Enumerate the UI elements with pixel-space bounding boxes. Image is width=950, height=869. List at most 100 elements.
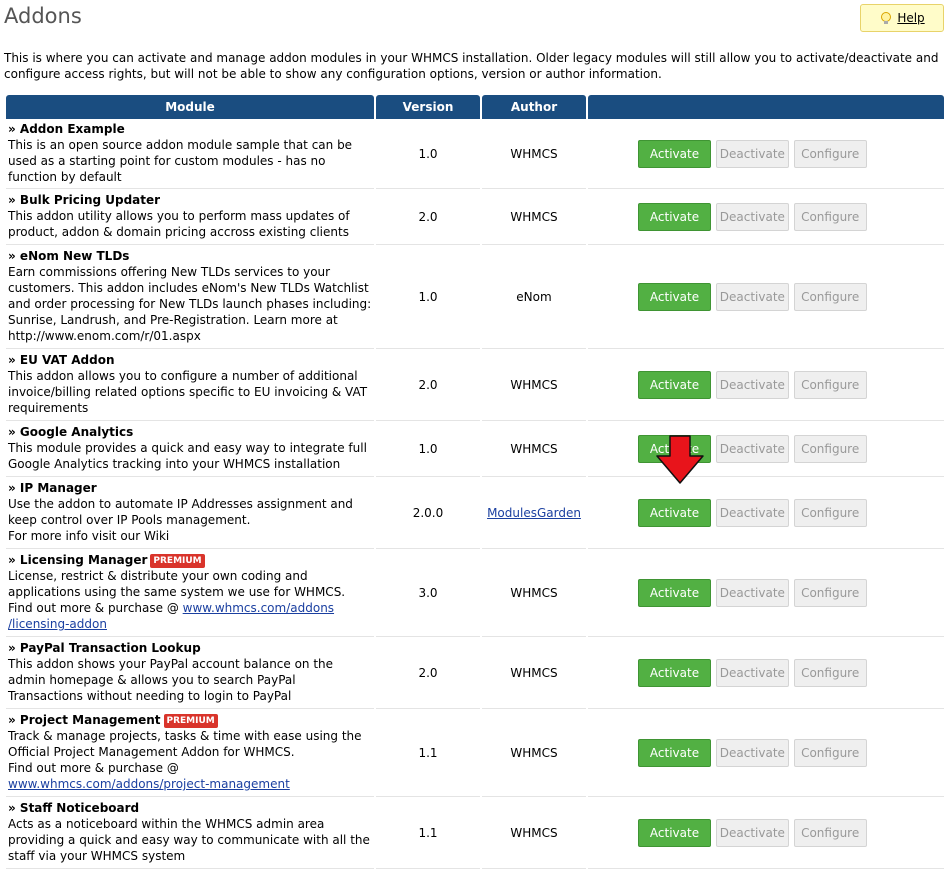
actions-cell: Activate Deactivate Configure	[588, 245, 944, 349]
activate-button[interactable]: Activate	[638, 498, 711, 527]
table-row: » eNom New TLDs Earn commissions offering…	[6, 245, 944, 349]
configure-button: Configure	[793, 818, 867, 847]
help-label: Help	[897, 11, 925, 25]
activate-button[interactable]: Activate	[638, 370, 711, 399]
version-cell: 2.0.0	[376, 477, 480, 549]
author-cell: ModulesGarden	[482, 477, 586, 549]
author-cell: WHMCS	[482, 709, 586, 797]
actions-cell: Activate Deactivate Configure	[588, 477, 944, 549]
module-description: Track & manage projects, tasks & time wi…	[8, 729, 362, 791]
module-name: » EU VAT Addon	[8, 353, 115, 367]
module-cell: » eNom New TLDs Earn commissions offering…	[6, 245, 374, 349]
help-button[interactable]: Help	[860, 4, 944, 32]
activate-button[interactable]: Activate	[638, 738, 711, 767]
module-description: This is an open source addon module samp…	[8, 138, 353, 184]
table-row: » IP Manager Use the addon to automate IP…	[6, 477, 944, 549]
author-cell: WHMCS	[482, 549, 586, 637]
module-cell: » EU VAT Addon This addon allows you to c…	[6, 349, 374, 421]
module-description: This addon allows you to configure a num…	[8, 369, 368, 415]
author-cell: WHMCS	[482, 637, 586, 709]
author-link[interactable]: ModulesGarden	[487, 506, 581, 520]
deactivate-button: Deactivate	[715, 578, 789, 607]
table-row: » Project Management PREMIUM Track & manag…	[6, 709, 944, 797]
configure-button: Configure	[793, 434, 867, 463]
version-cell: 2.0	[376, 189, 480, 245]
activate-button[interactable]: Activate	[638, 139, 711, 168]
table-row: » Google Analytics This module provides a…	[6, 421, 944, 477]
actions-cell: Activate Deactivate Configure	[588, 119, 944, 189]
activate-button[interactable]: Activate	[638, 658, 711, 687]
configure-button: Configure	[793, 282, 867, 311]
module-description: Use the addon to automate IP Addresses a…	[8, 497, 353, 543]
author-cell: WHMCS	[482, 119, 586, 189]
configure-button: Configure	[793, 370, 867, 399]
deactivate-button: Deactivate	[715, 658, 789, 687]
module-cell: » Licensing Manager PREMIUM License, restr…	[6, 549, 374, 637]
configure-button: Configure	[793, 139, 867, 168]
version-cell: 1.0	[376, 119, 480, 189]
lightbulb-icon	[881, 12, 892, 24]
module-description: This addon utility allows you to perform…	[8, 209, 350, 239]
configure-button: Configure	[793, 498, 867, 527]
table-row: » Addon Example This is an open source ad…	[6, 119, 944, 189]
intro-text: This is where you can activate and manag…	[4, 51, 939, 81]
author-cell: WHMCS	[482, 349, 586, 421]
deactivate-button: Deactivate	[715, 202, 789, 231]
column-actions	[588, 95, 944, 119]
red-arrow-pointer	[656, 435, 704, 484]
version-cell: 1.1	[376, 709, 480, 797]
premium-badge: PREMIUM	[150, 554, 205, 568]
table-header-row: Module Version Author	[6, 95, 944, 119]
deactivate-button: Deactivate	[715, 434, 789, 463]
deactivate-button: Deactivate	[715, 282, 789, 311]
activate-button[interactable]: Activate	[638, 578, 711, 607]
table-row: » PayPal Transaction Lookup This addon sh…	[6, 637, 944, 709]
actions-cell: Activate Deactivate Configure	[588, 797, 944, 869]
version-cell: 1.0	[376, 421, 480, 477]
version-cell: 2.0	[376, 637, 480, 709]
table-row: » Bulk Pricing Updater This addon utility…	[6, 189, 944, 245]
actions-cell: Activate Deactivate Configure	[588, 709, 944, 797]
actions-cell: Activate Deactivate Configure	[588, 421, 944, 477]
module-cell: » Project Management PREMIUM Track & manag…	[6, 709, 374, 797]
module-cell: » Staff Noticeboard Acts as a noticeboard…	[6, 797, 374, 869]
actions-cell: Activate Deactivate Configure	[588, 549, 944, 637]
deactivate-button: Deactivate	[715, 818, 789, 847]
module-description: This addon shows your PayPal account bal…	[8, 657, 334, 703]
module-cell: » Addon Example This is an open source ad…	[6, 119, 374, 189]
premium-badge: PREMIUM	[163, 714, 218, 728]
page-title: Addons	[4, 4, 82, 28]
column-author: Author	[482, 95, 586, 119]
activate-button[interactable]: Activate	[638, 818, 711, 847]
module-cell: » Google Analytics This module provides a…	[6, 421, 374, 477]
module-name: » Google Analytics	[8, 425, 134, 439]
activate-button[interactable]: Activate	[638, 282, 711, 311]
module-name: » Licensing Manager PREMIUM	[8, 552, 372, 568]
module-name: » PayPal Transaction Lookup	[8, 641, 201, 655]
module-name: » Addon Example	[8, 122, 125, 136]
author-cell: eNom	[482, 245, 586, 349]
version-cell: 1.0	[376, 245, 480, 349]
addons-table: Module Version Author » Addon Example Thi…	[4, 95, 946, 869]
author-cell: WHMCS	[482, 797, 586, 869]
module-description: License, restrict & distribute your own …	[8, 569, 346, 631]
module-name: » Staff Noticeboard	[8, 801, 140, 815]
purchase-link[interactable]: www.whmcs.com/addons/project-management	[8, 777, 290, 791]
module-name: » eNom New TLDs	[8, 249, 130, 263]
deactivate-button: Deactivate	[715, 370, 789, 399]
deactivate-button: Deactivate	[715, 738, 789, 767]
configure-button: Configure	[793, 658, 867, 687]
module-name: » Project Management PREMIUM	[8, 712, 372, 728]
version-cell: 2.0	[376, 349, 480, 421]
table-row: » Staff Noticeboard Acts as a noticeboard…	[6, 797, 944, 869]
module-description: Acts as a noticeboard within the WHMCS a…	[8, 817, 370, 863]
configure-button: Configure	[793, 738, 867, 767]
module-name: » IP Manager	[8, 481, 97, 495]
author-cell: WHMCS	[482, 421, 586, 477]
module-description: This module provides a quick and easy wa…	[8, 441, 367, 471]
activate-button[interactable]: Activate	[638, 202, 711, 231]
module-description: Earn commissions offering New TLDs servi…	[8, 265, 372, 343]
configure-button: Configure	[793, 202, 867, 231]
version-cell: 1.1	[376, 797, 480, 869]
version-cell: 3.0	[376, 549, 480, 637]
